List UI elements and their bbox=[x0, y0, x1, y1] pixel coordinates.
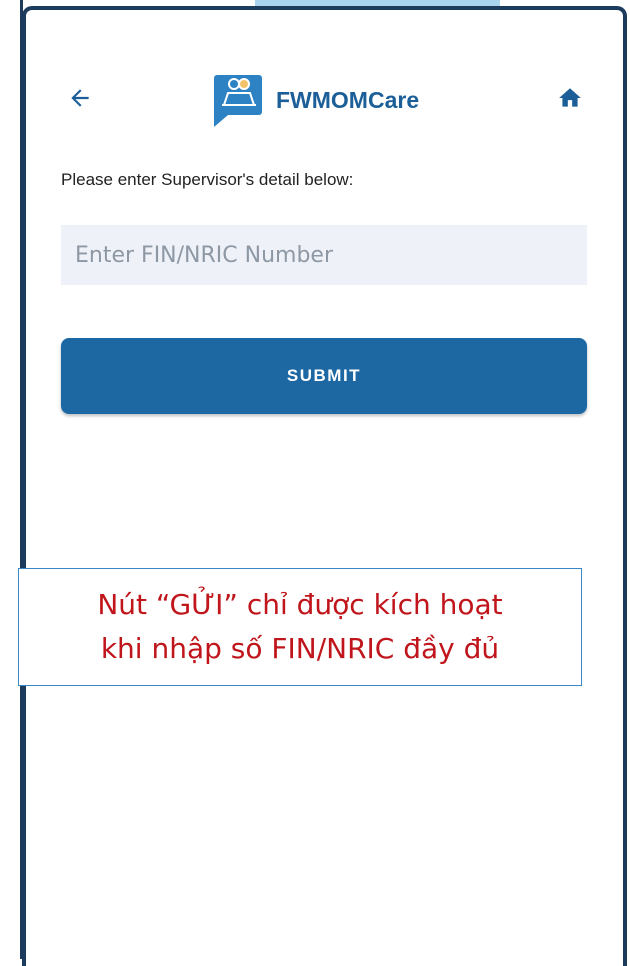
annotation-line-2: khi nhập số FIN/NRIC đầy đủ bbox=[100, 632, 500, 665]
fin-nric-input[interactable] bbox=[61, 225, 587, 285]
app-title: FWMOMCare bbox=[276, 86, 420, 113]
submit-button[interactable]: SUBMIT bbox=[61, 338, 587, 414]
annotation-callout: Nút “GỬI” chỉ được kích hoạt khi nhập số… bbox=[18, 568, 582, 686]
phone-screen: FWMOMCare Please enter Supervisor's deta… bbox=[22, 6, 627, 966]
annotation-line-1: Nút “GỬI” chỉ được kích hoạt bbox=[97, 588, 503, 621]
arrow-left-icon bbox=[71, 89, 89, 107]
home-icon bbox=[559, 88, 581, 107]
back-button[interactable] bbox=[62, 80, 98, 116]
fwmomcare-logo-icon bbox=[214, 75, 262, 127]
app-logo: FWMOMCare bbox=[212, 73, 419, 127]
app-header: FWMOMCare bbox=[26, 10, 623, 190]
form-prompt: Please enter Supervisor's detail below: bbox=[61, 170, 354, 189]
home-button[interactable] bbox=[552, 80, 588, 116]
background-left-edge bbox=[0, 0, 23, 959]
